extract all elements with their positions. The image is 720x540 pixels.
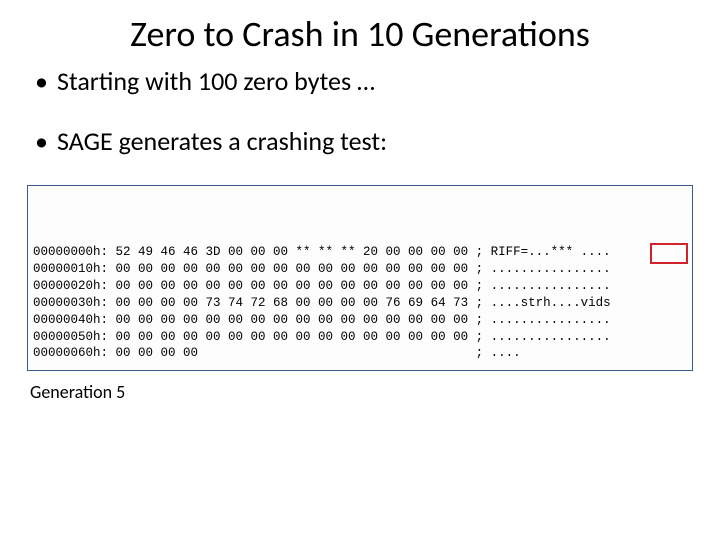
hex-row: 00000000h: 52 49 46 46 3D 00 00 00 ** **… (33, 244, 682, 261)
hex-row: 00000030h: 00 00 00 00 73 74 72 68 00 00… (33, 295, 682, 312)
hex-dump-block: 00000000h: 52 49 46 46 3D 00 00 00 ** **… (27, 185, 693, 372)
hex-row: 00000060h: 00 00 00 00 ; .... (33, 345, 682, 362)
slide: Zero to Crash in 10 Generations Starting… (0, 0, 720, 540)
hex-row: 00000020h: 00 00 00 00 00 00 00 00 00 00… (33, 278, 682, 295)
generation-caption: Generation 5 (30, 381, 695, 403)
bullet-item: SAGE generates a crashing test: (35, 125, 695, 157)
slide-title: Zero to Crash in 10 Generations (85, 15, 635, 55)
hex-row: 00000010h: 00 00 00 00 00 00 00 00 00 00… (33, 261, 682, 278)
hex-row: 00000040h: 00 00 00 00 00 00 00 00 00 00… (33, 312, 682, 329)
hex-row: 00000050h: 00 00 00 00 00 00 00 00 00 00… (33, 329, 682, 346)
bullet-list: Starting with 100 zero bytes … SAGE gene… (35, 65, 695, 157)
bullet-item: Starting with 100 zero bytes … (35, 65, 695, 97)
